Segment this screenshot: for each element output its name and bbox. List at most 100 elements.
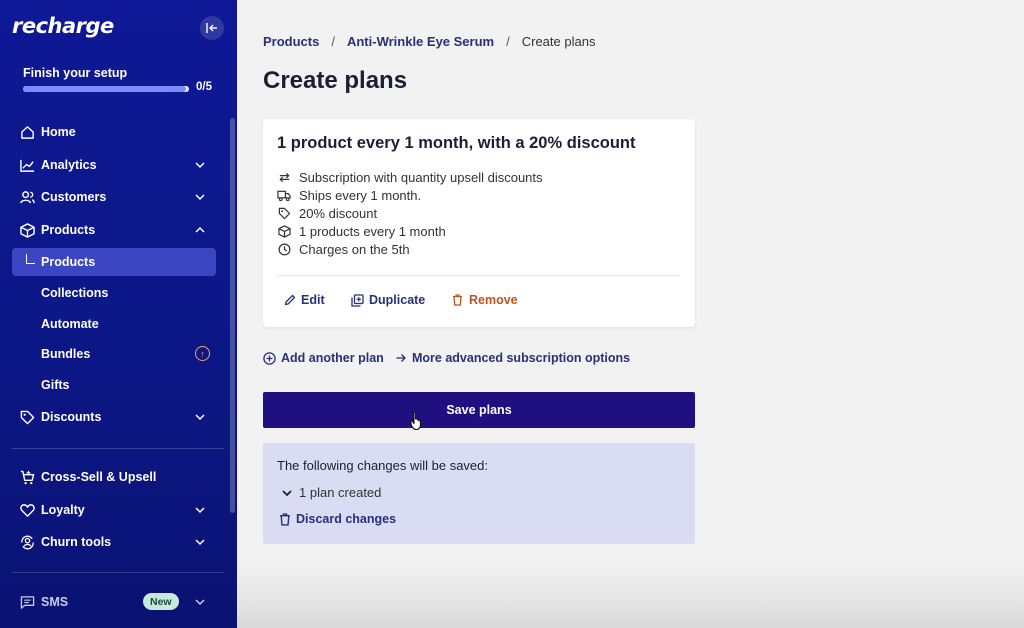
box-icon bbox=[18, 221, 36, 239]
chevron-down-icon[interactable] bbox=[194, 159, 206, 171]
breadcrumb-separator: / bbox=[331, 34, 335, 49]
sidebar-item-label: Home bbox=[41, 125, 76, 139]
sidebar-item-cross-sell[interactable]: Cross-Sell & Upsell bbox=[13, 463, 216, 491]
edit-button[interactable]: Edit bbox=[283, 293, 325, 307]
sidebar-item-loyalty[interactable]: Loyalty bbox=[13, 496, 216, 524]
chevron-down-icon[interactable] bbox=[194, 411, 206, 423]
users-icon bbox=[18, 188, 36, 206]
plan-feature-text: Subscription with quantity upsell discou… bbox=[299, 170, 543, 185]
sidebar-item-label: Analytics bbox=[41, 158, 97, 172]
sidebar-item-label: Discounts bbox=[41, 410, 102, 424]
trash-icon bbox=[280, 512, 290, 526]
chevron-up-icon[interactable] bbox=[194, 224, 206, 236]
sidebar-subitem-bundles[interactable]: Bundles bbox=[41, 347, 90, 361]
upgrade-arrow-icon: ↑ bbox=[195, 346, 210, 361]
tag-icon bbox=[18, 408, 36, 426]
changes-item-label: 1 plan created bbox=[299, 485, 382, 500]
discard-changes-label: Discard changes bbox=[296, 512, 397, 526]
plan-feature: 20% discount bbox=[277, 206, 377, 221]
changes-item-toggle[interactable]: 1 plan created bbox=[281, 485, 381, 500]
plan-feature-text: Ships every 1 month. bbox=[299, 188, 422, 203]
message-icon bbox=[18, 593, 36, 611]
remove-label: Remove bbox=[469, 293, 518, 307]
pending-changes-panel: The following changes will be saved: 1 p… bbox=[263, 443, 695, 544]
tag-icon bbox=[277, 207, 291, 221]
breadcrumb-link-product[interactable]: Anti-Wrinkle Eye Serum bbox=[347, 34, 494, 49]
sidebar-divider bbox=[12, 448, 224, 449]
sidebar-item-products[interactable]: Products bbox=[13, 216, 216, 244]
plan-feature-text: 20% discount bbox=[299, 206, 378, 221]
setup-count: 0/5 bbox=[196, 81, 212, 93]
advanced-options-link[interactable]: More advanced subscription options bbox=[394, 351, 630, 365]
repeat-icon bbox=[277, 171, 291, 185]
breadcrumb-separator: / bbox=[506, 34, 510, 49]
sidebar-item-label: Churn tools bbox=[41, 535, 112, 549]
duplicate-button[interactable]: Duplicate bbox=[351, 293, 425, 307]
sidebar-subitem-products[interactable]: Products bbox=[41, 255, 95, 269]
chevron-down-icon bbox=[282, 489, 292, 496]
plan-feature-text: Charges on the 5th bbox=[299, 242, 410, 257]
chevron-down-icon[interactable] bbox=[194, 596, 206, 608]
add-another-plan-label: Add another plan bbox=[281, 351, 384, 365]
collapse-left-icon bbox=[206, 23, 217, 33]
sidebar-item-label: Loyalty bbox=[41, 503, 85, 517]
breadcrumb-link-products[interactable]: Products bbox=[263, 34, 319, 49]
sidebar-item-churn-tools[interactable]: Churn tools bbox=[13, 528, 216, 556]
sidebar-divider bbox=[12, 572, 224, 573]
sidebar-subitem-gifts[interactable]: Gifts bbox=[41, 378, 69, 392]
chevron-down-icon[interactable] bbox=[194, 536, 206, 548]
setup-progress-bar bbox=[23, 86, 189, 92]
plan-title: 1 product every 1 month, with a 20% disc… bbox=[277, 134, 636, 152]
sidebar-subitem-automate[interactable]: Automate bbox=[41, 317, 99, 331]
clock-icon bbox=[277, 243, 291, 257]
arrow-right-icon bbox=[394, 352, 407, 365]
page-title: Create plans bbox=[263, 67, 408, 94]
truck-icon bbox=[277, 189, 291, 203]
plan-feature: Subscription with quantity upsell discou… bbox=[277, 170, 543, 185]
trash-icon bbox=[451, 294, 464, 307]
box-icon bbox=[277, 225, 291, 239]
new-badge: New bbox=[143, 593, 179, 610]
sidebar-subitem-collections[interactable]: Collections bbox=[41, 286, 108, 300]
chevron-down-icon[interactable] bbox=[194, 191, 206, 203]
user-cycle-icon bbox=[18, 533, 36, 551]
home-icon bbox=[18, 123, 36, 141]
discard-changes-button[interactable]: Discard changes bbox=[279, 512, 396, 526]
plan-card: 1 product every 1 month, with a 20% disc… bbox=[263, 119, 695, 327]
chart-line-icon bbox=[18, 156, 36, 174]
setup-title[interactable]: Finish your setup bbox=[23, 66, 127, 80]
duplicate-label: Duplicate bbox=[369, 293, 426, 307]
setup-progress-fill bbox=[23, 86, 186, 92]
sidebar-scrollbar[interactable] bbox=[230, 118, 235, 513]
pencil-icon bbox=[283, 294, 296, 307]
plus-circle-icon bbox=[263, 351, 276, 365]
plan-feature-text: 1 products every 1 month bbox=[299, 224, 446, 239]
tree-branch-icon bbox=[26, 254, 35, 264]
card-divider bbox=[277, 275, 680, 276]
add-another-plan-link[interactable]: Add another plan bbox=[263, 351, 384, 365]
sidebar: recharge Finish your setup 0/5 Home Anal… bbox=[0, 0, 237, 628]
sidebar-item-sms[interactable]: SMS bbox=[13, 588, 216, 616]
plan-feature: 1 products every 1 month bbox=[277, 224, 446, 239]
chevron-down-icon[interactable] bbox=[194, 504, 206, 516]
collapse-sidebar-button[interactable] bbox=[200, 16, 224, 40]
save-plans-button[interactable]: Save plans bbox=[263, 392, 695, 428]
heart-icon bbox=[18, 501, 36, 519]
bottom-fade bbox=[237, 560, 1024, 628]
sidebar-item-analytics[interactable]: Analytics bbox=[13, 151, 216, 179]
plan-feature: Ships every 1 month. bbox=[277, 188, 421, 203]
sidebar-item-label: SMS bbox=[41, 595, 69, 609]
breadcrumb-current: Create plans bbox=[521, 34, 596, 49]
edit-label: Edit bbox=[301, 293, 325, 307]
sidebar-item-customers[interactable]: Customers bbox=[13, 183, 216, 211]
copy-icon bbox=[351, 293, 364, 307]
recharge-logo[interactable]: recharge bbox=[12, 14, 114, 38]
remove-button[interactable]: Remove bbox=[451, 293, 518, 307]
advanced-options-label: More advanced subscription options bbox=[412, 351, 631, 365]
changes-title: The following changes will be saved: bbox=[277, 458, 489, 473]
breadcrumb: Products / Anti-Wrinkle Eye Serum / Crea… bbox=[263, 34, 595, 49]
sidebar-item-label: Products bbox=[41, 223, 96, 237]
sidebar-item-label: Cross-Sell & Upsell bbox=[41, 470, 157, 484]
sidebar-item-home[interactable]: Home bbox=[13, 118, 216, 146]
sidebar-item-discounts[interactable]: Discounts bbox=[13, 403, 216, 431]
